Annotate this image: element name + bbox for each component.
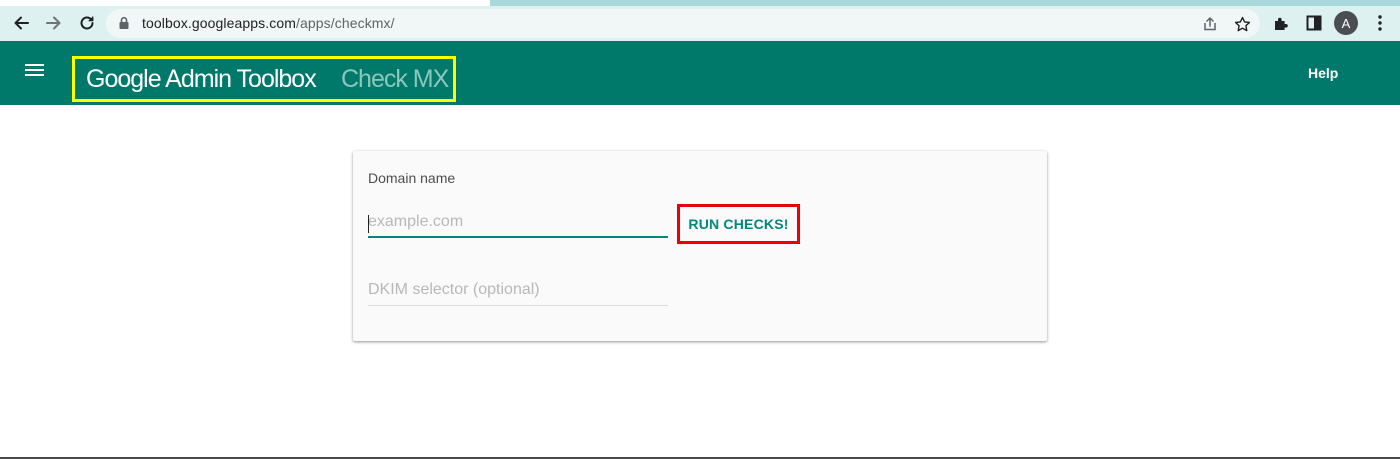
text-cursor xyxy=(368,215,369,233)
kebab-menu-icon[interactable] xyxy=(1367,10,1393,36)
browser-toolbar: toolbox.googleapps.com/apps/checkmx/ A xyxy=(0,6,1400,41)
address-bar[interactable]: toolbox.googleapps.com/apps/checkmx/ xyxy=(106,9,1260,38)
url-text[interactable]: toolbox.googleapps.com/apps/checkmx/ xyxy=(142,15,395,31)
app-header: Google Admin Toolbox Check MX Help xyxy=(0,41,1400,105)
hamburger-menu-icon[interactable] xyxy=(24,61,48,85)
lock-icon[interactable] xyxy=(118,16,130,35)
check-form-card: Domain name RUN CHECKS! xyxy=(353,151,1047,341)
help-link[interactable]: Help xyxy=(1308,65,1338,81)
extensions-puzzle-icon[interactable] xyxy=(1268,10,1294,36)
share-icon[interactable] xyxy=(1200,14,1220,34)
run-checks-button[interactable]: RUN CHECKS! xyxy=(680,207,797,241)
back-arrow-icon[interactable] xyxy=(8,10,34,36)
app-title[interactable]: Google Admin Toolbox xyxy=(86,65,317,94)
profile-avatar[interactable]: A xyxy=(1334,11,1358,35)
app-subtitle: Check MX xyxy=(341,65,449,93)
title-highlight: Google Admin Toolbox Check MX xyxy=(72,56,456,102)
star-icon[interactable] xyxy=(1232,14,1252,34)
side-panel-icon[interactable] xyxy=(1301,10,1327,36)
reload-icon[interactable] xyxy=(74,10,100,36)
url-path: /apps/checkmx/ xyxy=(295,15,395,31)
forward-arrow-icon[interactable] xyxy=(41,10,67,36)
run-checks-highlight: RUN CHECKS! xyxy=(677,204,800,244)
domain-name-label: Domain name xyxy=(368,170,456,186)
dkim-selector-input[interactable] xyxy=(368,279,668,306)
domain-name-input[interactable] xyxy=(368,211,668,238)
url-domain: toolbox.googleapps.com xyxy=(142,15,296,31)
